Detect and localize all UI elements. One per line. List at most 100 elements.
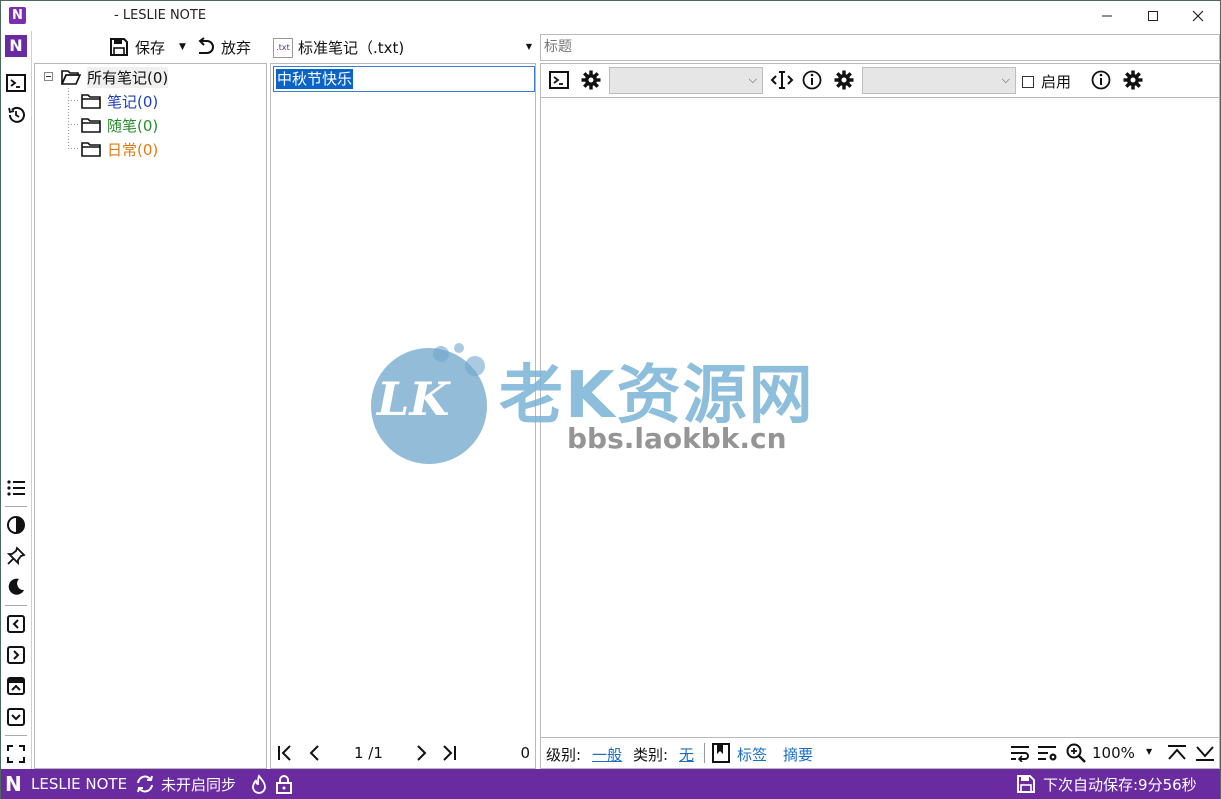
fire-button[interactable] (250, 769, 268, 799)
last-page-button[interactable] (440, 744, 458, 762)
close-button[interactable] (1175, 1, 1221, 31)
gear-icon[interactable] (1123, 70, 1143, 90)
lock-icon (276, 775, 292, 794)
strip-divider (5, 506, 27, 507)
save-dropdown-button[interactable]: ▼ (179, 35, 186, 59)
autosave-label: 下次自动保存:9分56秒 (1043, 775, 1197, 794)
first-page-button[interactable] (276, 744, 294, 762)
pager: 1 /1 0 (276, 742, 532, 764)
level-label: 级别: (546, 746, 582, 764)
chevron-down-icon: ⌵ (1001, 73, 1010, 86)
pin-button[interactable] (5, 545, 27, 567)
folder-icon (81, 118, 101, 133)
dock-left-button[interactable] (5, 613, 27, 635)
category-tree: 所有笔记(0) 笔记(0) 随笔(0) 日常(0) (34, 63, 267, 769)
strip-divider (5, 605, 27, 606)
note-list: 中秋节快乐 1 /1 0 (270, 63, 536, 769)
save-icon (1017, 775, 1035, 793)
sync-icon (137, 775, 153, 793)
note-type-select[interactable]: .txt 标准笔记（.txt) ▼ (270, 35, 536, 60)
dock-bottom-button[interactable] (5, 706, 27, 728)
undo-icon (198, 37, 214, 54)
editor-toolbar: ⌵ ⌵ 启用 (540, 63, 1220, 97)
bookmark-icon[interactable] (712, 743, 730, 763)
fullscreen-button[interactable] (5, 743, 27, 765)
folder-icon (81, 94, 101, 109)
tree-node-label: 笔记(0) (107, 92, 159, 111)
strip-divider (5, 735, 27, 736)
summary-link[interactable]: 摘要 (783, 744, 813, 765)
theme-select[interactable]: ⌵ (862, 67, 1016, 94)
enable-label: 启用 (1041, 73, 1072, 91)
status-bar: N LESLIE NOTE 未开启同步 下次自动保存:9分56秒 (1, 769, 1220, 799)
dock-top-button[interactable] (5, 675, 27, 697)
scroll-top-icon[interactable] (1167, 744, 1187, 762)
app-n-logo-icon: N (5, 35, 27, 57)
word-wrap-icon[interactable] (1010, 744, 1030, 762)
history-button[interactable] (5, 104, 27, 126)
format-settings-icon[interactable] (1037, 744, 1059, 762)
save-icon (110, 38, 128, 56)
txt-file-icon: .txt (273, 37, 293, 58)
pin-icon (6, 546, 26, 566)
discard-button[interactable]: 放弃 (194, 35, 251, 59)
gear-icon[interactable] (581, 70, 601, 90)
level-link[interactable]: 一般 (592, 744, 622, 765)
category-link[interactable]: 无 (679, 744, 694, 765)
tree-node-all-notes[interactable]: 所有笔记(0) (61, 66, 169, 88)
app-name-item[interactable]: N LESLIE NOTE (5, 769, 127, 799)
list-view-button[interactable] (5, 477, 27, 499)
info-icon[interactable] (1091, 70, 1111, 90)
list-icon (7, 480, 25, 496)
fullscreen-icon (7, 745, 25, 763)
app-menu-button[interactable]: N (5, 35, 27, 57)
divider (704, 743, 705, 763)
tree-node-daily[interactable]: 日常(0) (81, 138, 158, 160)
history-icon (8, 106, 25, 123)
page-indicator: 1 /1 (354, 744, 383, 762)
dock-top-icon (7, 677, 25, 695)
app-name-label: LESLIE NOTE (31, 775, 128, 793)
close-icon (1192, 10, 1204, 22)
prev-page-button[interactable] (306, 744, 324, 762)
note-title-input[interactable]: 标题 (540, 34, 1220, 61)
zoom-level: 100% (1092, 744, 1135, 762)
zoom-in-icon[interactable] (1066, 743, 1086, 763)
sync-status-item[interactable]: 未开启同步 (135, 769, 236, 799)
list-item[interactable]: 中秋节快乐 (273, 66, 535, 92)
zoom-dropdown-icon[interactable]: ▼ (1146, 747, 1152, 756)
lock-button[interactable] (275, 769, 293, 799)
tree-node-label: 日常(0) (107, 140, 159, 159)
editor-mode-select[interactable]: ⌵ (609, 67, 763, 94)
chevron-down-icon: ⌵ (748, 73, 757, 86)
open-folder-icon (61, 70, 81, 85)
terminal-button[interactable] (5, 72, 27, 94)
save-button[interactable]: 保存 (109, 35, 165, 59)
tree-node-notes[interactable]: 笔记(0) (81, 90, 158, 112)
gear-icon[interactable] (834, 70, 854, 90)
scroll-bottom-icon[interactable] (1195, 744, 1215, 762)
note-type-label: 标准笔记（.txt) (298, 39, 405, 57)
category-label: 类别: (633, 746, 669, 764)
folder-icon (81, 142, 101, 157)
terminal-icon (6, 74, 26, 92)
terminal-icon[interactable] (549, 71, 569, 89)
minimize-button[interactable] (1084, 1, 1130, 31)
text-cursor-icon[interactable] (770, 70, 794, 90)
next-page-button[interactable] (412, 744, 430, 762)
left-icon-strip: N (1, 31, 32, 769)
tree-node-essays[interactable]: 随笔(0) (81, 114, 158, 136)
dark-mode-button[interactable] (5, 576, 27, 598)
note-editor[interactable] (540, 97, 1220, 738)
enable-checkbox[interactable]: 启用 (1022, 71, 1071, 92)
checkbox-box (1022, 75, 1034, 88)
contrast-button[interactable] (5, 514, 27, 536)
maximize-button[interactable] (1130, 1, 1176, 31)
tree-node-label: 所有笔记(0) (87, 66, 169, 88)
app-logo-icon: N (9, 7, 26, 24)
info-icon[interactable] (802, 70, 822, 90)
tags-link[interactable]: 标签 (737, 744, 767, 765)
dock-right-button[interactable] (5, 644, 27, 666)
tree-node-label: 随笔(0) (107, 116, 159, 135)
save-label: 保存 (135, 38, 166, 57)
